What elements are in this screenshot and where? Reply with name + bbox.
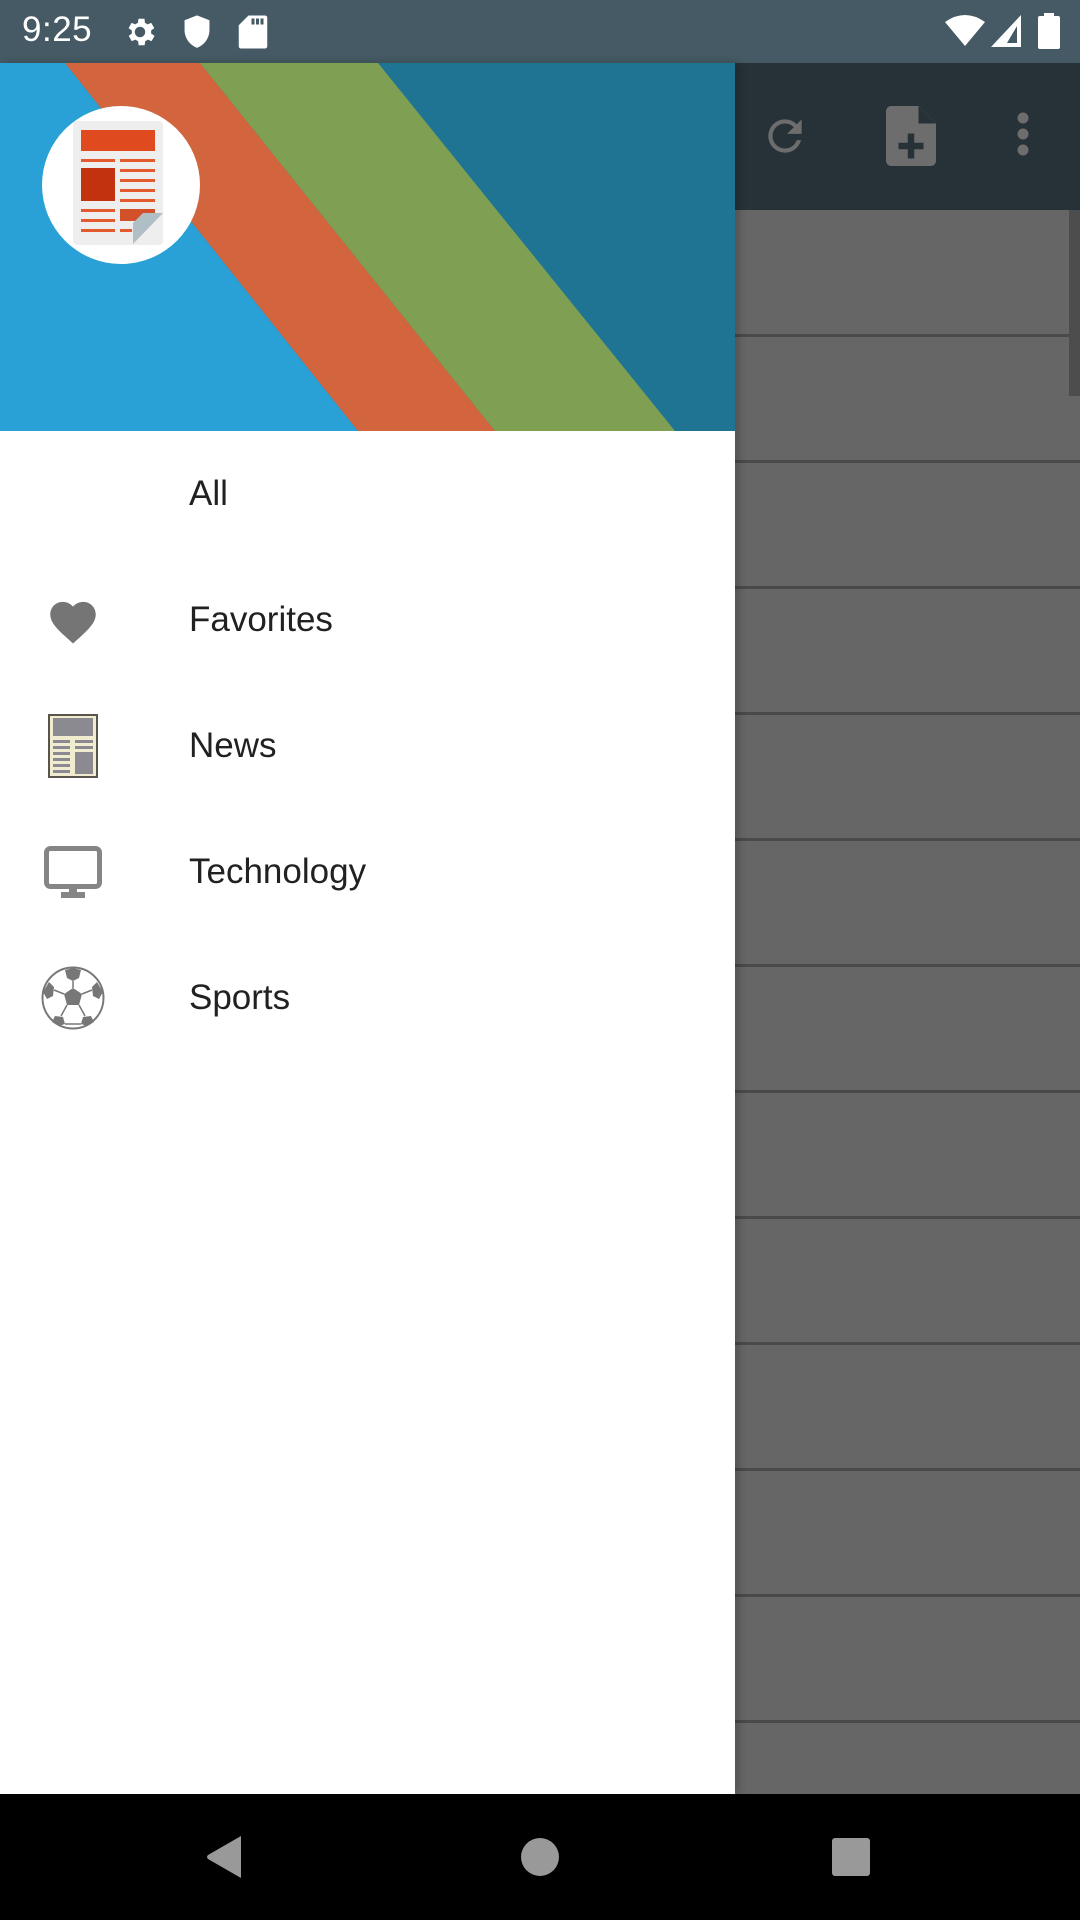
add-feed-button[interactable] [876,103,946,173]
drawer-item-label: Technology [189,852,367,891]
list-item[interactable] [735,841,1080,967]
list-item[interactable] [735,715,1080,841]
list-item[interactable] [735,210,1080,337]
sd-card-icon [238,14,268,55]
more-options-button[interactable] [988,103,1058,173]
list-item[interactable] [735,967,1080,1093]
home-icon [520,1837,560,1882]
drawer-item-label: All [189,474,228,513]
refresh-icon [760,111,810,166]
newspaper-icon [38,711,108,781]
status-time: 9:25 [22,10,93,49]
list-item[interactable] [735,1345,1080,1471]
soccer-ball-icon [38,963,108,1033]
list-item[interactable] [735,337,1080,463]
cell-signal-icon [990,14,1022,53]
shield-icon [180,14,214,55]
scrollbar[interactable] [1069,210,1080,396]
drawer-item-label: Sports [189,978,291,1017]
app-logo [42,106,200,264]
monitor-icon [38,837,108,907]
drawer-item-news[interactable]: News [0,683,735,809]
drawer-item-label: Favorites [189,600,333,639]
drawer-header [0,63,735,431]
drawer-item-sports[interactable]: Sports [0,935,735,1061]
wifi-icon [945,14,985,53]
list-item[interactable] [735,589,1080,715]
settings-icon [122,14,158,55]
heart-icon [38,585,108,655]
add-document-icon [886,105,936,171]
feed-list [735,210,1080,1849]
back-icon [205,1834,245,1885]
more-options-icon [1016,111,1030,166]
recents-button[interactable] [816,1824,886,1894]
drawer-item-all[interactable]: All [0,431,735,557]
list-item[interactable] [735,1471,1080,1597]
status-bar: 9:25 [0,0,1080,63]
list-item[interactable] [735,1597,1080,1723]
list-item[interactable] [735,1093,1080,1219]
list-item[interactable] [735,1219,1080,1345]
system-navigation-bar [0,1794,1080,1920]
newspaper-logo-icon [73,120,169,250]
drawer-menu: All Favorites News Technology Sports [0,431,735,1061]
refresh-button[interactable] [750,103,820,173]
navigation-drawer: All Favorites News Technology Sports [0,63,735,1794]
list-item[interactable] [735,463,1080,589]
drawer-item-technology[interactable]: Technology [0,809,735,935]
recents-icon [831,1837,871,1882]
home-button[interactable] [505,1824,575,1894]
drawer-item-favorites[interactable]: Favorites [0,557,735,683]
drawer-item-label: News [189,726,277,765]
back-button[interactable] [190,1824,260,1894]
battery-icon [1038,13,1060,54]
